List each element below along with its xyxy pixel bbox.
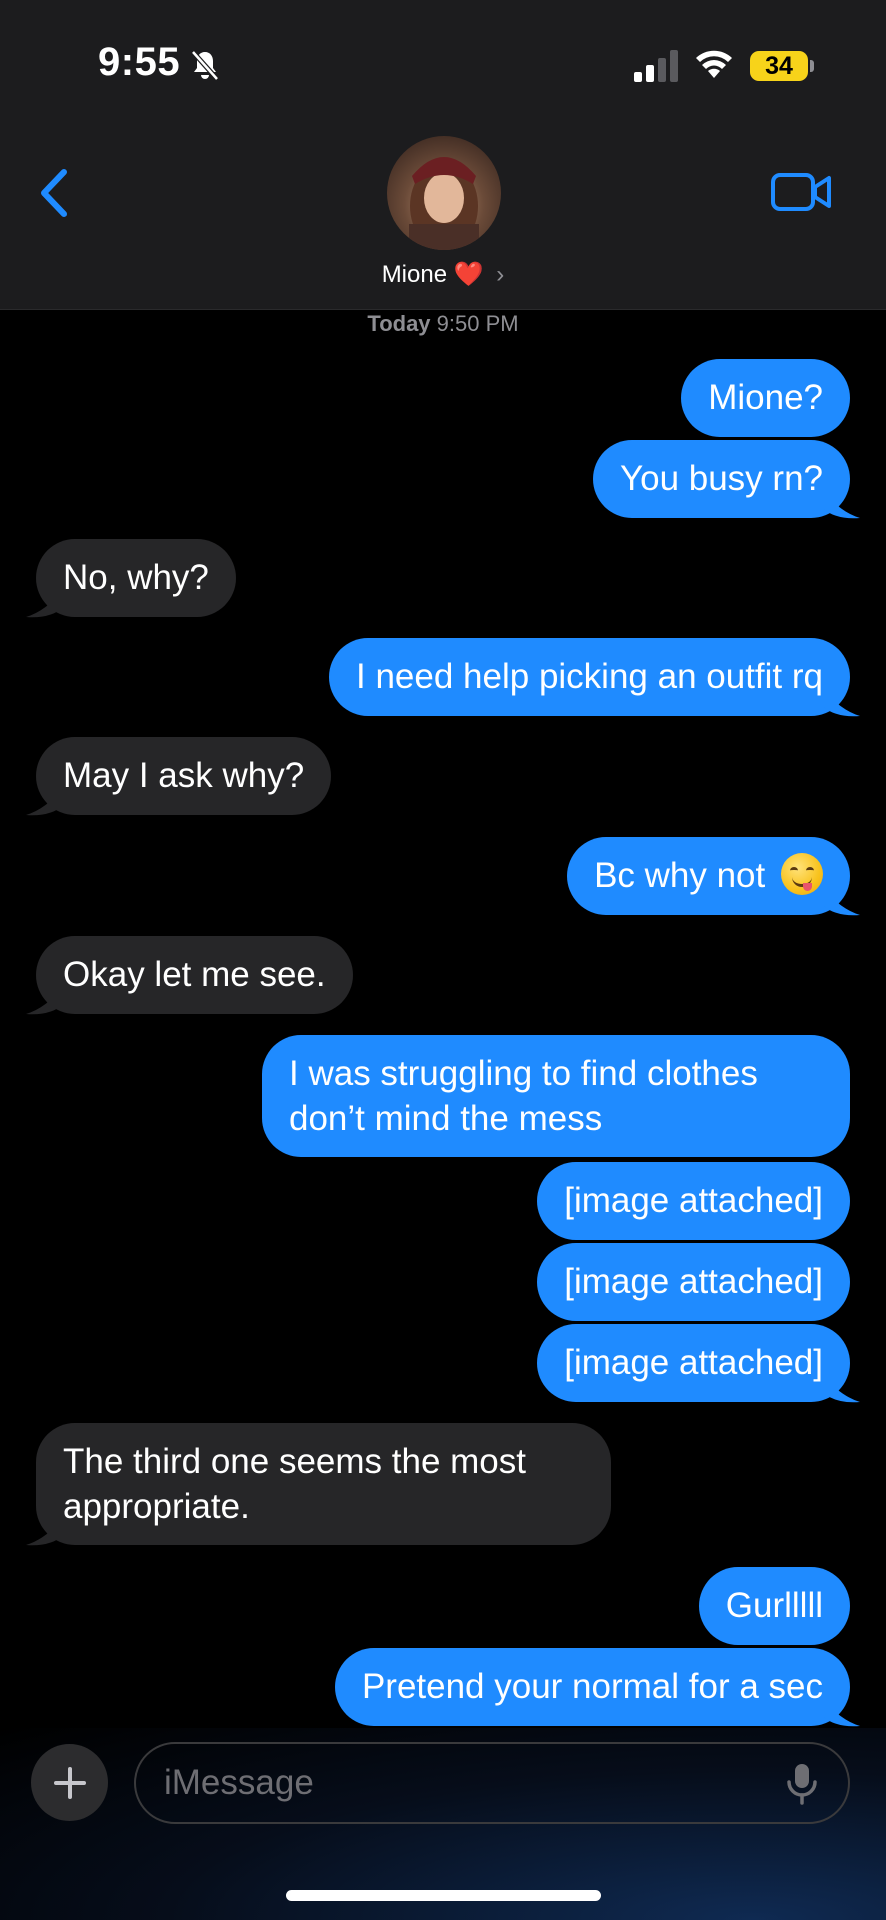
message-text: The third one seems the most appropriate… xyxy=(63,1442,526,1526)
bubble-tail xyxy=(26,986,64,1015)
timestamp-time: 9:50 PM xyxy=(436,311,519,336)
message-bubble-sent[interactable]: [image attached] xyxy=(537,1243,850,1321)
message-text: [image attached] xyxy=(564,1262,823,1301)
bubble-tail xyxy=(26,787,64,816)
bubble-tail xyxy=(822,1698,860,1727)
message-bubble-received[interactable]: The third one seems the most appropriate… xyxy=(36,1423,611,1545)
contact-avatar[interactable] xyxy=(387,136,501,250)
message-text: Gurlllll xyxy=(725,1586,823,1625)
wifi-icon xyxy=(696,50,732,78)
message-text: Pretend your normal for a sec xyxy=(361,1667,823,1706)
bubble-tail xyxy=(822,1374,860,1403)
contact-name[interactable]: Mione ❤️ › xyxy=(0,260,886,289)
battery-indicator: 34 xyxy=(750,51,808,81)
silent-bell-icon xyxy=(191,50,219,81)
bubble-tail xyxy=(822,490,860,519)
bubble-tail xyxy=(26,1517,64,1546)
message-text: Bc why not xyxy=(594,856,766,895)
timestamp-day: Today xyxy=(367,311,431,336)
message-text: May I ask why? xyxy=(63,756,305,795)
video-call-icon[interactable] xyxy=(770,170,832,214)
heart-emoji: ❤️ xyxy=(453,261,484,288)
message-bubble-sent[interactable]: I was struggling to find clothes don’t m… xyxy=(262,1035,850,1157)
message-bubble-sent[interactable]: I need help picking an outfit rq xyxy=(329,638,850,716)
message-text: No, why? xyxy=(63,558,209,597)
message-bubble-sent[interactable]: Bc why not xyxy=(567,837,850,915)
microphone-icon[interactable] xyxy=(786,1762,818,1806)
message-text: I was struggling to find clothes don’t m… xyxy=(289,1054,758,1138)
imessage-input[interactable] xyxy=(134,1742,850,1824)
bubble-tail xyxy=(822,688,860,717)
chevron-right-icon: › xyxy=(496,261,505,288)
message-text: You busy rn? xyxy=(619,459,823,498)
bubble-tail xyxy=(822,887,860,916)
battery-tip xyxy=(810,60,814,72)
message-text: I need help picking an outfit rq xyxy=(356,657,823,696)
message-text: Mione? xyxy=(708,378,823,417)
status-time: 9:55 xyxy=(98,40,181,84)
conversation-timestamp: Today 9:50 PM xyxy=(0,311,886,337)
message-bubble-sent[interactable]: [image attached] xyxy=(537,1324,850,1402)
plus-icon xyxy=(53,1766,86,1799)
yum-face-emoji-icon xyxy=(781,853,823,895)
bubble-tail xyxy=(26,589,64,618)
back-chevron-icon[interactable] xyxy=(36,168,70,218)
home-indicator[interactable] xyxy=(286,1890,601,1901)
battery-level: 34 xyxy=(765,51,793,80)
message-bubble-received[interactable]: May I ask why? xyxy=(36,737,332,815)
avatar-portrait-icon xyxy=(409,157,479,250)
conversation-header: 9:55 34 Mione ❤️ › xyxy=(0,0,886,310)
message-bubble-sent[interactable]: [image attached] xyxy=(537,1162,850,1240)
message-bubble-sent[interactable]: Pretend your normal for a sec xyxy=(334,1648,850,1726)
message-text: [image attached] xyxy=(564,1181,823,1220)
apps-plus-button[interactable] xyxy=(31,1744,108,1821)
message-bubble-received[interactable]: No, why? xyxy=(36,539,236,617)
message-bubble-received[interactable]: Okay let me see. xyxy=(36,936,353,1014)
cellular-signal-icon xyxy=(634,50,678,82)
message-bubble-sent[interactable]: Mione? xyxy=(681,359,850,437)
contact-name-text: Mione xyxy=(381,261,448,288)
message-text: Okay let me see. xyxy=(63,955,326,994)
message-bubble-sent[interactable]: Gurlllll xyxy=(698,1567,850,1645)
message-text: [image attached] xyxy=(564,1343,823,1382)
message-bubble-sent[interactable]: You busy rn? xyxy=(592,440,850,518)
